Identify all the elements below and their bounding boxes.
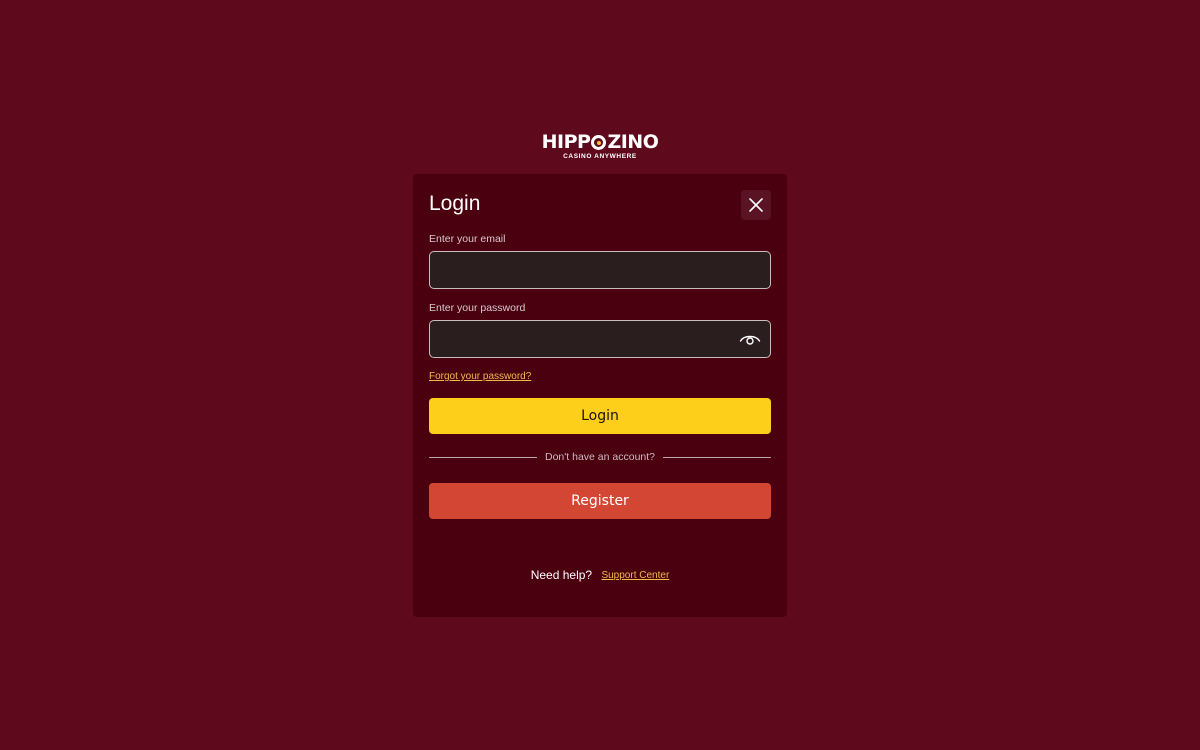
page: HIPP ZINO CASINO ANYWHERE Login Enter you…: [0, 0, 1200, 750]
forgot-password-link[interactable]: Forgot your password?: [429, 371, 531, 382]
logo-hippo-icon: [591, 134, 607, 150]
login-modal: Login Enter your email Enter your passwo…: [413, 174, 787, 617]
password-field[interactable]: [430, 321, 734, 357]
divider-line-left: [429, 456, 537, 458]
support-center-link[interactable]: Support Center: [601, 570, 669, 581]
login-button[interactable]: Login: [429, 398, 771, 434]
show-password-toggle[interactable]: [734, 323, 766, 355]
email-field[interactable]: [430, 252, 770, 288]
logo-text-left: HIPP: [541, 131, 591, 153]
register-button[interactable]: Register: [429, 483, 771, 519]
close-button[interactable]: [741, 190, 771, 220]
email-label: Enter your email: [429, 233, 506, 245]
help-row: Need help? Support Center: [413, 568, 787, 582]
logo-tagline: CASINO ANYWHERE: [563, 153, 637, 160]
logo-text-right: ZINO: [607, 131, 659, 153]
logo-wordmark: HIPP ZINO: [542, 131, 659, 153]
help-text: Need help?: [530, 568, 593, 582]
modal-title: Login: [429, 192, 481, 215]
divider-line-right: [663, 456, 771, 458]
eye-icon: [739, 335, 761, 345]
divider: Don't have an account?: [429, 451, 771, 463]
password-field-box: [429, 320, 771, 358]
password-label: Enter your password: [429, 302, 526, 314]
divider-text: Don't have an account?: [545, 451, 655, 463]
email-field-box: [429, 251, 771, 289]
close-icon: [749, 198, 763, 212]
brand-logo[interactable]: HIPP ZINO CASINO ANYWHERE: [0, 131, 1200, 161]
